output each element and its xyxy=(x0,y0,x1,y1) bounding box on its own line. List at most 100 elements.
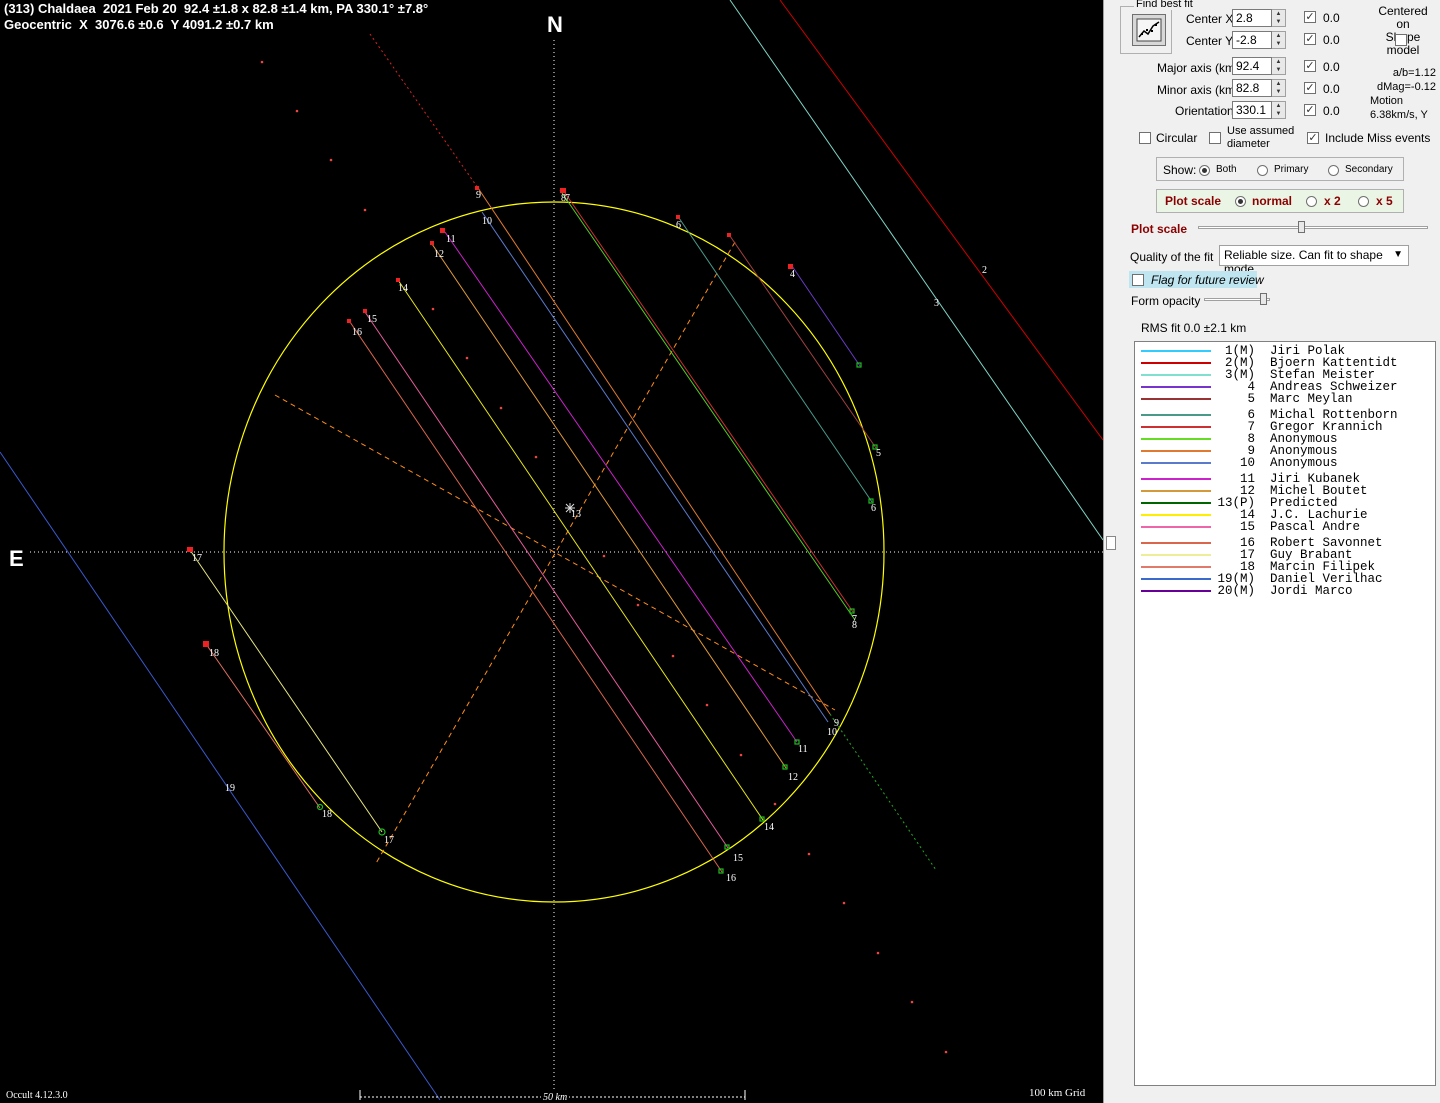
minor-axis-arrows[interactable]: ▲ ▼ xyxy=(1272,79,1286,97)
dmag-value: dMag=-0.12 xyxy=(1376,81,1436,93)
svg-text:10: 10 xyxy=(827,727,837,738)
svg-text:2: 2 xyxy=(982,265,987,276)
svg-text:18: 18 xyxy=(209,648,219,659)
find-best-fit-button[interactable] xyxy=(1132,14,1166,46)
use-assumed-diameter-label: Use assumed diameter xyxy=(1227,125,1295,150)
chord-10 xyxy=(481,211,829,723)
observer-name: Jordi Marco xyxy=(1270,584,1353,598)
include-miss-label: Include Miss events xyxy=(1325,131,1431,145)
observer-color-swatch xyxy=(1141,578,1211,580)
use-assumed-diameter-checkbox[interactable] xyxy=(1209,132,1221,144)
grid-label: 100 km Grid xyxy=(1029,1087,1086,1099)
circular-label: Circular xyxy=(1156,131,1198,145)
chord-2 xyxy=(779,0,1103,441)
occultation-plot[interactable]: 234 566 787 899 10 10 11 11 12 12 13 14 14 15 1… xyxy=(0,0,1103,1103)
panel-splitter[interactable] xyxy=(1103,0,1118,1103)
observer-name: Marc Meylan xyxy=(1270,392,1353,406)
show-primary-radio[interactable] xyxy=(1257,165,1268,176)
predicted-north-path xyxy=(369,33,479,189)
orientation-fit-checkbox[interactable]: ✓ xyxy=(1304,104,1316,116)
quality-dropdown[interactable]: Reliable size. Can fit to shape mode ▼ xyxy=(1219,245,1409,276)
svg-text:8: 8 xyxy=(852,620,857,631)
miss-dots xyxy=(260,60,948,1054)
scale-x2-label: x 2 xyxy=(1324,194,1341,208)
orientation-arrows[interactable]: ▲ ▼ xyxy=(1272,101,1286,119)
center-x-fit-checkbox[interactable]: ✓ xyxy=(1304,11,1316,23)
observer-color-swatch xyxy=(1141,554,1211,556)
list-item[interactable]: 10 Anonymous xyxy=(1139,457,1435,469)
flag-review-checkbox[interactable] xyxy=(1132,274,1144,286)
observer-color-swatch xyxy=(1141,362,1211,364)
show-secondary-label: Secondary xyxy=(1345,164,1393,175)
svg-text:8: 8 xyxy=(561,193,566,204)
observer-color-swatch xyxy=(1141,514,1211,516)
observer-number: 15 xyxy=(1239,520,1255,534)
orientation-uncertainty: 0.0 xyxy=(1323,104,1340,118)
svg-text:18: 18 xyxy=(322,809,332,820)
observer-number: 10 xyxy=(1239,456,1255,470)
center-x-input[interactable]: 2.8 xyxy=(1232,9,1272,27)
ab-ratio: a/b=1.12 xyxy=(1392,67,1436,79)
major-axis-uncertainty: 0.0 xyxy=(1323,60,1340,74)
splitter-grip[interactable] xyxy=(1106,536,1116,550)
center-y-fit-checkbox[interactable]: ✓ xyxy=(1304,33,1316,45)
centered-on-shape-checkbox[interactable] xyxy=(1395,34,1407,46)
quality-label: Quality of the fit xyxy=(1130,250,1214,264)
chord-7 xyxy=(564,192,854,613)
scale-normal-radio[interactable] xyxy=(1235,196,1246,207)
major-axis-fit-checkbox[interactable]: ✓ xyxy=(1304,60,1316,72)
show-both-radio[interactable] xyxy=(1199,165,1210,176)
major-axis-input[interactable]: 92.4 xyxy=(1232,57,1272,75)
minor-axis-uncertainty: 0.0 xyxy=(1323,82,1340,96)
orientation-spinner[interactable]: 330.1 ▲ ▼ xyxy=(1232,101,1286,119)
observer-color-swatch xyxy=(1141,414,1211,416)
center-y-label: Center Y xyxy=(1186,34,1234,48)
center-y-input[interactable]: -2.8 xyxy=(1232,31,1272,49)
observer-name: Anonymous xyxy=(1270,456,1338,470)
orientation-input[interactable]: 330.1 xyxy=(1232,101,1272,119)
svg-text:10: 10 xyxy=(482,216,492,227)
observer-color-swatch xyxy=(1141,526,1211,528)
list-item[interactable]: 5 Marc Meylan xyxy=(1139,393,1435,405)
chord-16 xyxy=(349,321,723,873)
plot-scale-slider[interactable] xyxy=(1198,226,1428,229)
chord-4 xyxy=(791,265,861,367)
center-x-uncertainty: 0.0 xyxy=(1323,11,1340,25)
center-y-spinner[interactable]: -2.8 ▲ ▼ xyxy=(1232,31,1286,49)
observer-number: 5 xyxy=(1247,392,1255,406)
event-title: (313) Chaldaea 2021 Feb 20 92.4 ±1.8 x 8… xyxy=(4,1,429,16)
svg-text:11: 11 xyxy=(446,234,456,245)
chord-12 xyxy=(431,243,787,769)
scale-x2-radio[interactable] xyxy=(1306,196,1317,207)
svg-text:14: 14 xyxy=(764,822,774,833)
major-axis-spinner[interactable]: 92.4 ▲ ▼ xyxy=(1232,57,1286,75)
include-miss-checkbox[interactable]: ✓ xyxy=(1307,132,1319,144)
center-x-spinner[interactable]: 2.8 ▲ ▼ xyxy=(1232,9,1286,27)
minor-axis-fit-checkbox[interactable]: ✓ xyxy=(1304,82,1316,94)
north-label: N xyxy=(547,12,563,37)
minor-axis-input[interactable]: 82.8 xyxy=(1232,79,1272,97)
scale-x5-radio[interactable] xyxy=(1358,196,1369,207)
form-opacity-slider-thumb[interactable] xyxy=(1260,293,1268,305)
major-axis-arrows[interactable]: ▲ ▼ xyxy=(1272,57,1286,75)
center-y-arrows[interactable]: ▲ ▼ xyxy=(1272,31,1286,49)
list-item[interactable]: 20(M) Jordi Marco xyxy=(1139,585,1435,597)
plot-scale-slider-thumb[interactable] xyxy=(1298,221,1306,233)
show-both-label: Both xyxy=(1216,164,1237,175)
observer-number: 20(M) xyxy=(1217,584,1255,598)
svg-text:16: 16 xyxy=(352,327,362,338)
flag-review-label: Flag for future review xyxy=(1151,273,1264,287)
chevron-down-icon: ▼ xyxy=(1393,249,1403,260)
svg-text:11: 11 xyxy=(798,744,808,755)
show-secondary-radio[interactable] xyxy=(1328,165,1339,176)
observer-name: Pascal Andre xyxy=(1270,520,1361,534)
svg-text:17: 17 xyxy=(384,835,394,846)
observer-color-swatch xyxy=(1141,502,1211,504)
observer-color-swatch xyxy=(1141,398,1211,400)
center-x-arrows[interactable]: ▲ ▼ xyxy=(1272,9,1286,27)
minor-axis-spinner[interactable]: 82.8 ▲ ▼ xyxy=(1232,79,1286,97)
observer-list[interactable]: 1(M) Jiri Polak 2(M) Bjoern Kattentidt 3(M) S… xyxy=(1134,341,1436,1086)
observer-color-swatch xyxy=(1141,478,1211,480)
list-item[interactable]: 15 Pascal Andre xyxy=(1139,521,1435,533)
circular-checkbox[interactable] xyxy=(1139,132,1151,144)
